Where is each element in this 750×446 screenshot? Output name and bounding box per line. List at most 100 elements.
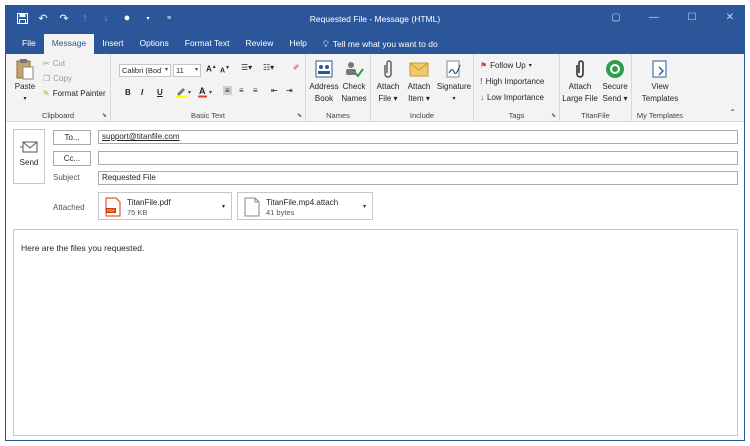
collapse-ribbon-icon[interactable]: ⌃ <box>729 108 736 117</box>
group-label-clipboard: Clipboard <box>41 111 75 120</box>
message-body[interactable]: Here are the files you requested. <box>13 229 738 436</box>
window-controls: ▢ — ☐ ✕ <box>610 12 736 23</box>
attach-file-label-1: Attach <box>376 82 400 91</box>
minimize-icon[interactable]: — <box>648 12 660 23</box>
maximize-icon[interactable]: ☐ <box>686 12 698 23</box>
numbering-icon[interactable]: ☷▾ <box>263 63 274 72</box>
format-painter-button[interactable]: ✎ Format Painter <box>43 89 106 98</box>
attach-item-button[interactable]: Attach Item ▾ <box>405 58 433 104</box>
to-field[interactable]: support@titanfile.com <box>98 130 738 144</box>
group-label-my-templates: My Templates <box>636 111 684 120</box>
font-color-icon[interactable]: A ▾ <box>198 86 214 100</box>
cc-button[interactable]: Cc... <box>53 151 91 166</box>
attachment-name: TitanFile.mp4.attach <box>266 198 339 207</box>
attachment-size: 41 bytes <box>266 208 295 217</box>
tab-format-text[interactable]: Format Text <box>177 34 238 54</box>
address-book-label-1: Address <box>309 82 339 91</box>
flag-icon: ⚑ <box>480 61 488 70</box>
tab-file[interactable]: File <box>14 34 44 54</box>
font-name-combo[interactable]: Calibri (Bod ▾ <box>119 64 171 77</box>
copy-button[interactable]: ❐ Copy <box>43 74 72 83</box>
attached-label: Attached <box>53 203 85 212</box>
cut-button[interactable]: ✂ Cut <box>43 59 65 68</box>
format-painter-label: Format Painter <box>52 89 106 98</box>
group-label-basic-text: Basic Text <box>190 111 226 120</box>
paperclip-icon <box>377 58 399 80</box>
subject-label: Subject <box>53 173 80 182</box>
exclamation-icon: ! <box>480 77 483 86</box>
send-label: Send <box>19 158 39 167</box>
attachment-item[interactable]: PDF TitanFile.pdf 75 KB ▾ <box>98 192 232 220</box>
svg-text:▾: ▾ <box>188 89 191 96</box>
tab-help[interactable]: Help <box>281 34 314 54</box>
close-icon[interactable]: ✕ <box>724 12 736 23</box>
grow-font-icon[interactable]: A▲ <box>206 64 217 74</box>
group-names: Address Book Check Names Names <box>306 54 371 122</box>
align-left-icon[interactable]: ≡ <box>223 86 232 95</box>
low-importance-button[interactable]: ↓ Low Importance <box>480 93 544 102</box>
attach-file-button[interactable]: Attach File ▾ <box>374 58 402 104</box>
increase-indent-icon[interactable]: ⇥ <box>286 86 293 95</box>
address-book-label-2: Book <box>314 94 334 103</box>
view-templates-label-2: Templates <box>641 94 679 103</box>
follow-up-label: Follow Up <box>490 61 526 70</box>
message-body-text[interactable]: Here are the files you requested. <box>21 243 144 253</box>
tab-options[interactable]: Options <box>131 34 176 54</box>
high-importance-button[interactable]: ! High Importance <box>480 77 544 86</box>
svg-text:▾: ▾ <box>209 89 212 96</box>
outlook-compose-window: ↶ ↷ ↑ ↓ ● ▾ ≡ Requested File - Message (… <box>5 5 745 441</box>
tab-message[interactable]: Message <box>43 34 95 54</box>
paste-button[interactable]: Paste ▾ <box>10 58 40 104</box>
tell-me-label: Tell me what you want to do <box>332 38 438 49</box>
attachment-size: 75 KB <box>127 208 148 217</box>
secure-send-button[interactable]: Secure Send ▾ <box>600 58 630 104</box>
group-label-names: Names <box>326 111 350 120</box>
send-button[interactable]: Send <box>13 129 45 184</box>
bold-button[interactable]: B <box>125 88 131 97</box>
decrease-indent-icon[interactable]: ⇤ <box>271 86 278 95</box>
envelope-icon <box>408 58 430 80</box>
font-size-combo[interactable]: 11 ▾ <box>173 64 201 77</box>
cut-label: Cut <box>52 59 66 68</box>
address-book-button[interactable]: Address Book <box>309 58 339 104</box>
view-templates-button[interactable]: View Templates <box>636 58 684 104</box>
attachment-item[interactable]: TitanFile.mp4.attach 41 bytes ▾ <box>237 192 373 220</box>
cc-field[interactable] <box>98 151 738 165</box>
shrink-font-icon[interactable]: A▼ <box>220 65 230 74</box>
svg-text:PDF: PDF <box>107 208 116 213</box>
high-importance-label: High Importance <box>485 77 545 86</box>
follow-up-button[interactable]: ⚑ Follow Up ▾ <box>480 61 532 70</box>
bullets-icon[interactable]: ☰▾ <box>241 63 252 72</box>
group-label-include: Include <box>409 111 435 120</box>
dialog-launcher-icon[interactable]: ⬊ <box>551 112 556 119</box>
subject-field[interactable]: Requested File <box>98 171 738 185</box>
tell-me-box[interactable]: 💡︎ Tell me what you want to do <box>315 34 438 54</box>
group-label-tags: Tags <box>508 111 525 120</box>
dialog-launcher-icon[interactable]: ⬊ <box>102 112 107 119</box>
align-center-icon[interactable]: ≡ <box>239 86 244 95</box>
chevron-down-icon[interactable]: ▾ <box>363 203 366 210</box>
italic-button[interactable]: I <box>141 88 143 97</box>
check-names-button[interactable]: Check Names <box>340 58 368 104</box>
ribbon-display-options-icon[interactable]: ▢ <box>610 12 622 23</box>
group-titanfile: Attach Large File Secure Send ▾ TitanFil… <box>560 54 632 122</box>
chevron-down-icon[interactable]: ▾ <box>222 203 225 210</box>
align-right-icon[interactable]: ≡ <box>253 86 258 95</box>
underline-button[interactable]: U <box>157 88 163 97</box>
tab-insert[interactable]: Insert <box>94 34 131 54</box>
attach-large-file-button[interactable]: Attach Large File <box>562 58 598 104</box>
ribbon: Paste ▾ ✂ Cut ❐ Copy ✎ Format Painter Cl… <box>6 54 744 122</box>
attachment-name: TitanFile.pdf <box>127 198 171 207</box>
clear-formatting-icon[interactable]: ✐ <box>293 63 300 72</box>
tab-review[interactable]: Review <box>237 34 281 54</box>
to-recipient[interactable]: support@titanfile.com <box>102 132 180 141</box>
highlight-icon[interactable]: ▾ <box>175 86 193 100</box>
templates-icon <box>649 58 671 80</box>
to-button[interactable]: To... <box>53 130 91 145</box>
signature-button[interactable]: Signature ▾ <box>436 58 472 104</box>
lightbulb-icon: 💡︎ <box>322 38 329 49</box>
check-names-label-1: Check <box>342 82 366 91</box>
attach-large-label-1: Attach <box>568 82 592 91</box>
paperclip-icon <box>569 58 591 80</box>
dialog-launcher-icon[interactable]: ⬊ <box>297 112 302 119</box>
